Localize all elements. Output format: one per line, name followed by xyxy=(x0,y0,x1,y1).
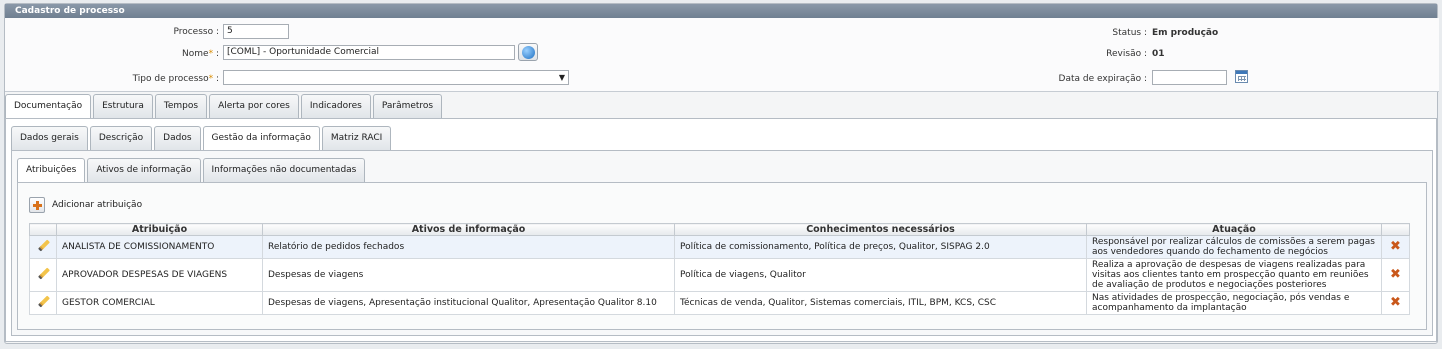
add-atribuicao-label[interactable]: Adicionar atribuição xyxy=(52,200,142,210)
tab-atribuicoes[interactable]: Atribuições xyxy=(17,158,86,183)
delete-cell: ✖ xyxy=(1381,235,1410,259)
pencil-icon[interactable] xyxy=(37,240,49,252)
conhecimentos-cell: Política de viagens, Qualitor xyxy=(674,258,1087,292)
delete-x-icon[interactable]: ✖ xyxy=(1390,240,1401,253)
atribuicoes-table: Atribuição Ativos de informação Conhecim… xyxy=(29,223,1410,315)
tab-ativos-de-informacao[interactable]: Ativos de informação xyxy=(87,158,201,182)
conhecimentos-cell: Política de comissionamento, Política de… xyxy=(674,235,1087,259)
delete-x-icon[interactable]: ✖ xyxy=(1390,296,1401,309)
processo-field[interactable]: 5 xyxy=(223,24,289,39)
delete-cell: ✖ xyxy=(1381,258,1410,292)
table-header-row: Atribuição Ativos de informação Conhecim… xyxy=(29,223,1410,236)
gestao-subtabs: Atribuições Ativos de informação Informa… xyxy=(17,158,366,183)
tab-documentacao[interactable]: Documentação xyxy=(5,94,92,119)
col-edit-header xyxy=(29,223,57,236)
delete-x-icon[interactable]: ✖ xyxy=(1390,268,1401,281)
pencil-icon[interactable] xyxy=(37,268,49,280)
tab-matriz-raci[interactable]: Matriz RACI xyxy=(321,126,392,150)
nome-label: Nome* : xyxy=(182,49,219,59)
table-row[interactable]: ANALISTA DE COMISSIONAMENTO Relatório de… xyxy=(29,235,1410,259)
atribuicao-cell: APROVADOR DESPESAS DE VIAGENS xyxy=(56,258,263,292)
globe-icon[interactable] xyxy=(518,43,538,61)
atribuicao-cell: ANALISTA DE COMISSIONAMENTO xyxy=(56,235,263,259)
tab-gestao-da-informacao[interactable]: Gestão da informação xyxy=(202,126,320,151)
ativos-cell: Despesas de viagens, Apresentação instit… xyxy=(262,291,675,315)
chevron-down-icon: ▼ xyxy=(558,73,565,82)
tab-alerta-por-cores[interactable]: Alerta por cores xyxy=(209,94,299,118)
calendar-icon[interactable] xyxy=(1235,70,1248,83)
col-atuacao-header[interactable]: Atuação xyxy=(1086,223,1382,236)
edit-cell xyxy=(29,291,57,315)
col-ativos-header[interactable]: Ativos de informação xyxy=(262,223,675,236)
atuacao-cell: Responsável por realizar cálculos de com… xyxy=(1086,235,1382,259)
edit-cell xyxy=(29,235,57,259)
main-tabs: Documentação Estrutura Tempos Alerta por… xyxy=(5,94,443,119)
table-row[interactable]: GESTOR COMERCIAL Despesas de viagens, Ap… xyxy=(29,291,1410,315)
atribuicao-cell: GESTOR COMERCIAL xyxy=(56,291,263,315)
edit-cell xyxy=(29,258,57,292)
status-value: Em produção xyxy=(1152,28,1219,38)
process-form-panel: Cadastro de processo Processo : 5 Nome* … xyxy=(4,3,1439,344)
processo-label: Processo : xyxy=(173,27,219,37)
tipo-processo-label: Tipo de processo* : xyxy=(132,74,219,84)
col-atribuicao-header[interactable]: Atribuição xyxy=(56,223,263,236)
col-delete-header xyxy=(1381,223,1410,236)
tab-dados-gerais[interactable]: Dados gerais xyxy=(11,126,88,150)
tab-informacoes-nao-documentadas[interactable]: Informações não documentadas xyxy=(202,158,366,182)
col-conhecimentos-header[interactable]: Conhecimentos necessários xyxy=(674,223,1087,236)
process-header: Processo : 5 Nome* : [COML] - Oportunida… xyxy=(5,18,1439,92)
add-plus-icon[interactable] xyxy=(29,197,45,213)
documentacao-subtabs: Dados gerais Descrição Dados Gestão da i… xyxy=(11,126,392,151)
pencil-icon[interactable] xyxy=(37,296,49,308)
data-expiracao-field[interactable] xyxy=(1152,70,1227,85)
ativos-cell: Relatório de pedidos fechados xyxy=(262,235,675,259)
delete-cell: ✖ xyxy=(1381,291,1410,315)
atuacao-cell: Realiza a aprovação de despesas de viage… xyxy=(1086,258,1382,292)
revisao-label: Revisão : xyxy=(1106,49,1147,59)
panel-title: Cadastro de processo xyxy=(5,4,1437,18)
nome-field[interactable]: [COML] - Oportunidade Comercial xyxy=(223,45,515,60)
revisao-value: 01 xyxy=(1152,49,1165,59)
tab-indicadores[interactable]: Indicadores xyxy=(300,94,371,118)
tab-dados[interactable]: Dados xyxy=(154,126,201,150)
tab-tempos[interactable]: Tempos xyxy=(154,94,208,118)
tab-descricao[interactable]: Descrição xyxy=(89,126,153,150)
table-row[interactable]: APROVADOR DESPESAS DE VIAGENS Despesas d… xyxy=(29,258,1410,292)
tab-estrutura[interactable]: Estrutura xyxy=(93,94,153,118)
status-label: Status : xyxy=(1112,28,1147,38)
ativos-cell: Despesas de viagens xyxy=(262,258,675,292)
tipo-processo-select[interactable]: ▼ xyxy=(223,70,569,85)
data-expiracao-label: Data de expiração : xyxy=(1058,74,1147,84)
atuacao-cell: Nas atividades de prospecção, negociação… xyxy=(1086,291,1382,315)
conhecimentos-cell: Técnicas de venda, Qualitor, Sistemas co… xyxy=(674,291,1087,315)
tab-parametros[interactable]: Parâmetros xyxy=(372,94,443,118)
